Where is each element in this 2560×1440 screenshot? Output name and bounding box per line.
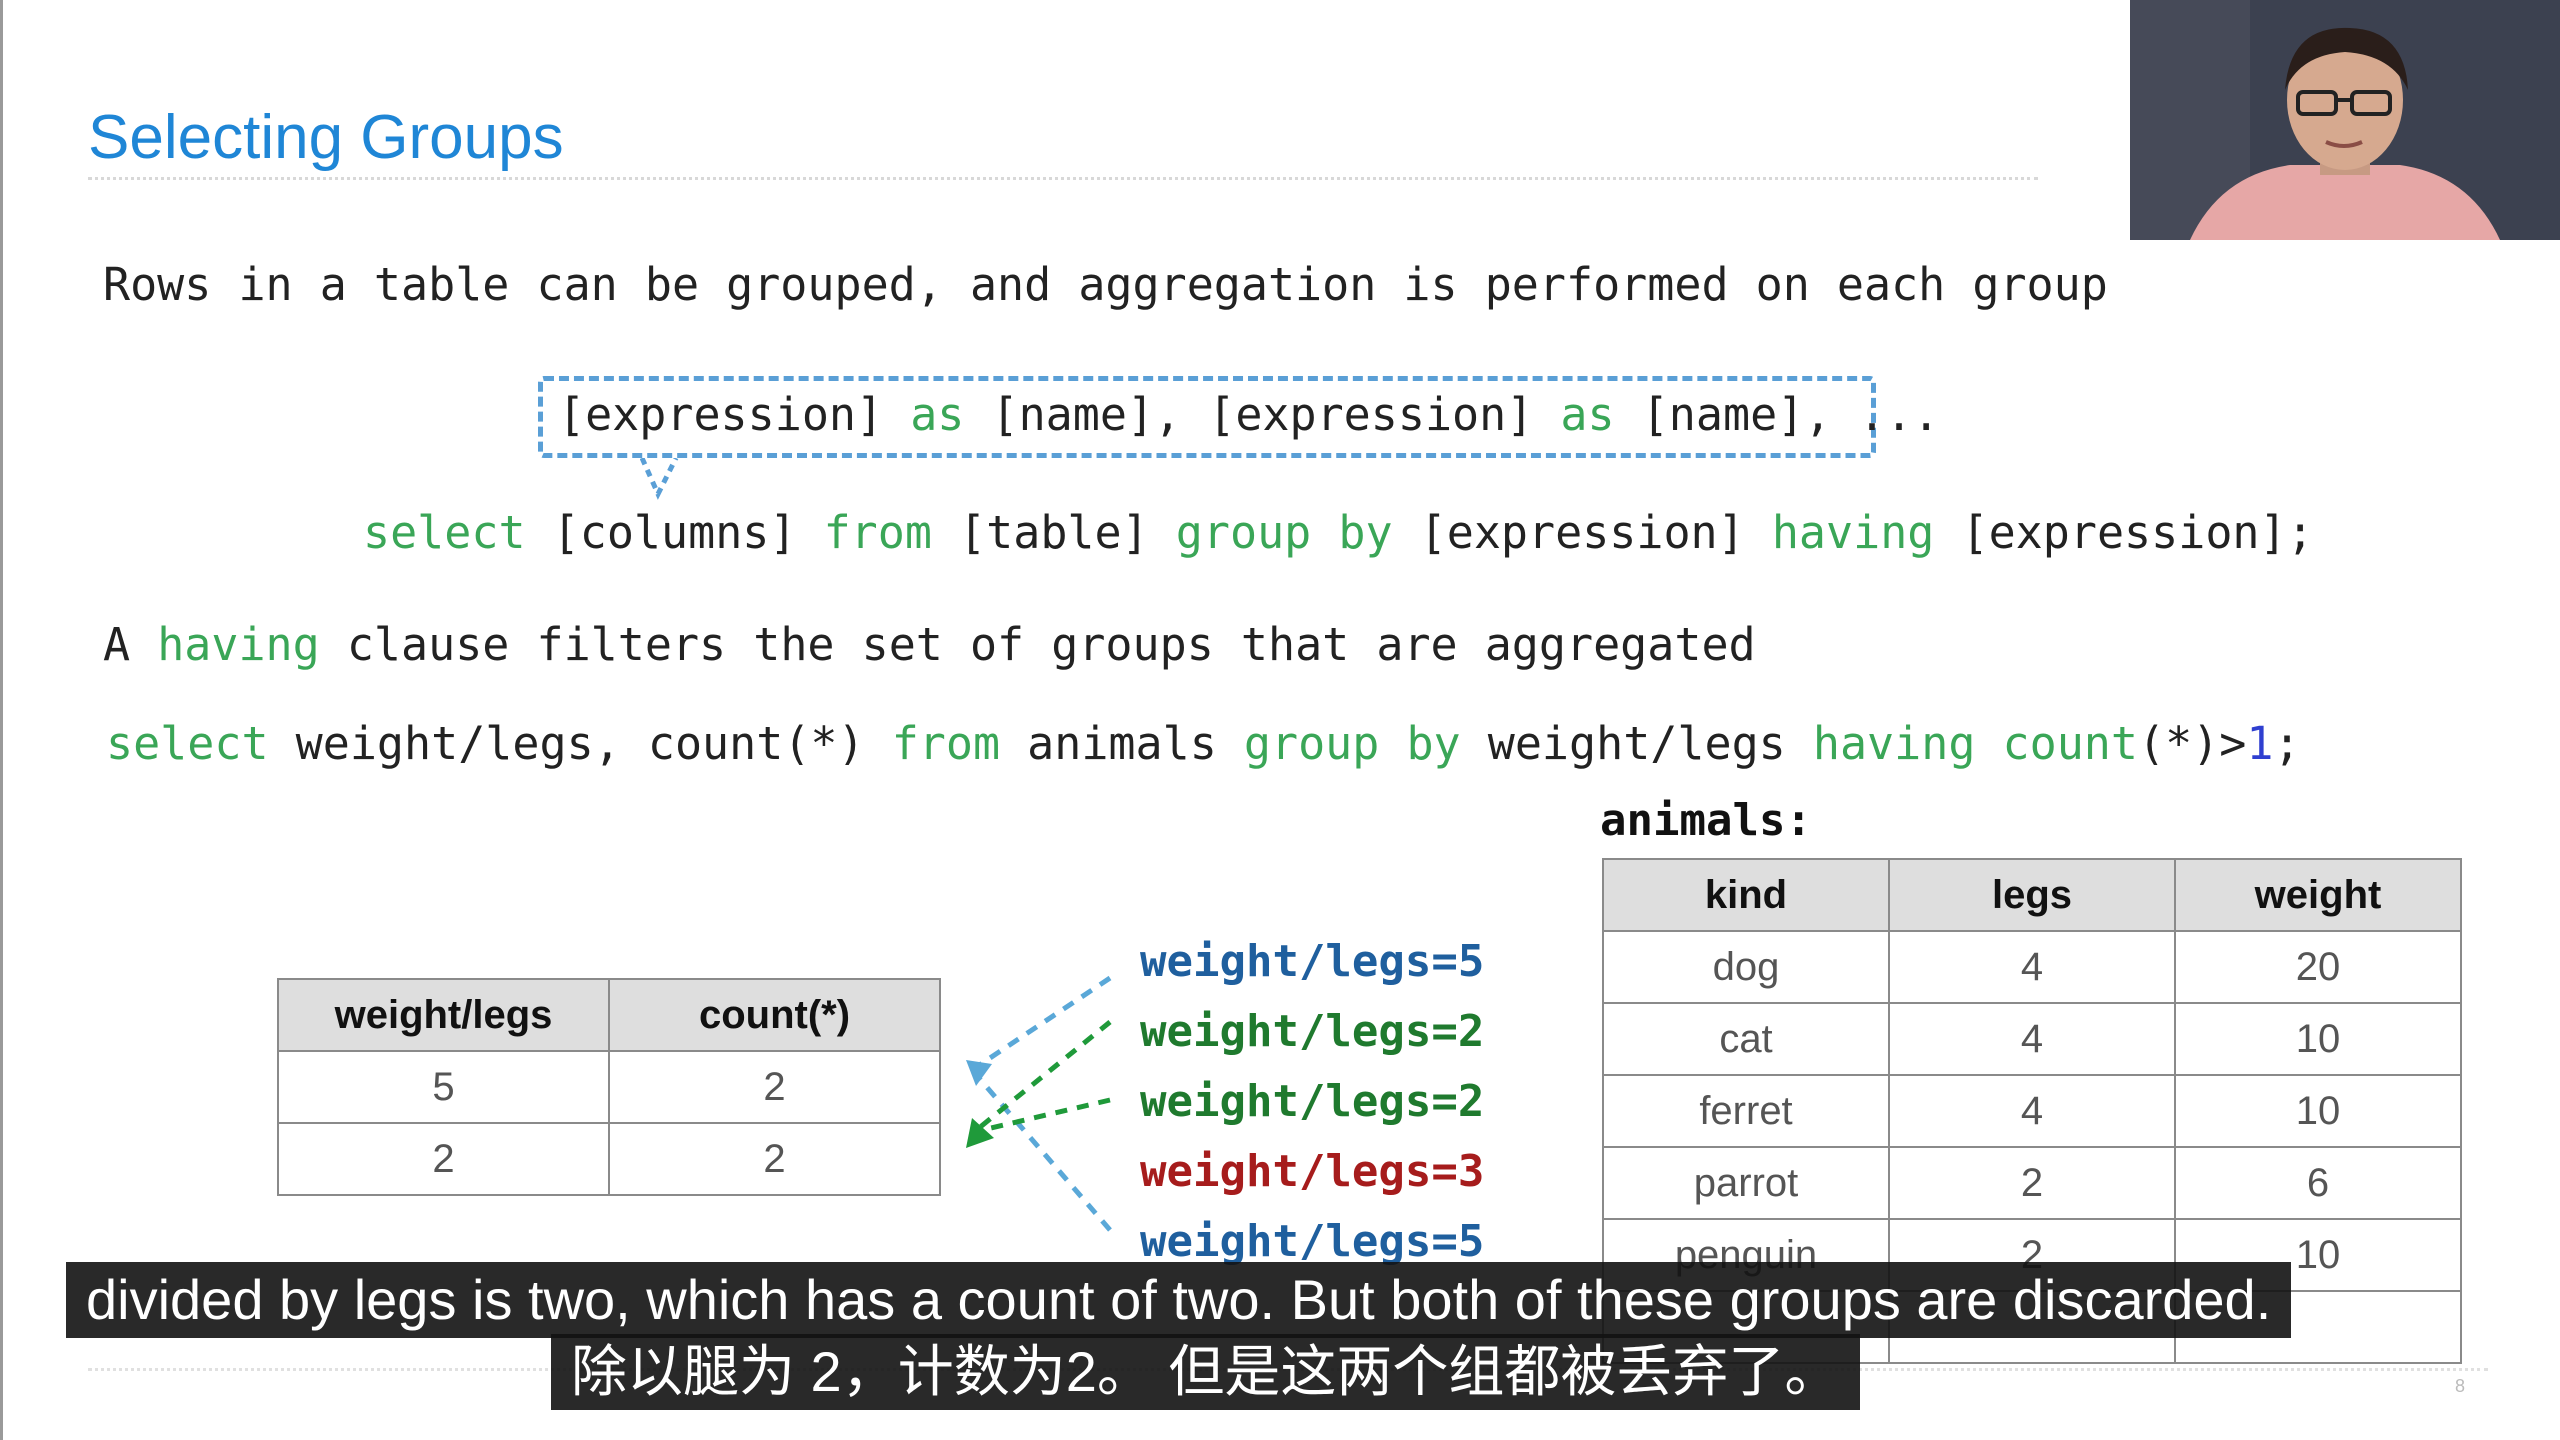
animals-header-row: kind legs weight: [1602, 858, 2462, 932]
group-label: weight/legs=3: [1140, 1146, 1485, 1197]
table-row: cat 4 10: [1602, 1002, 2462, 1076]
example-query: select weight/legs, count(*) from animal…: [106, 717, 2301, 770]
table-cell: 20: [2174, 930, 2462, 1004]
group-label: weight/legs=2: [1140, 1076, 1485, 1127]
having-description: A having clause filters the set of group…: [103, 618, 1756, 671]
table-row: 5 2: [277, 1050, 941, 1124]
table-cell: 10: [2174, 1002, 2462, 1076]
presenter-webcam: [2130, 0, 2560, 240]
table-cell: parrot: [1602, 1146, 1890, 1220]
table-cell: 2: [1888, 1146, 2176, 1220]
presenter-figure-icon: [2130, 0, 2560, 240]
intro-text: Rows in a table can be grouped, and aggr…: [103, 258, 2108, 311]
slide-title: Selecting Groups: [88, 103, 564, 172]
select-syntax: select [columns] from [table] group by […: [363, 506, 2314, 559]
animals-header-cell: kind: [1602, 858, 1890, 932]
table-cell: 10: [2174, 1074, 2462, 1148]
group-label: weight/legs=2: [1140, 1006, 1485, 1057]
arrowhead-blue-icon: [966, 1060, 992, 1086]
table-row: dog 4 20: [1602, 930, 2462, 1004]
table-cell: 5: [277, 1050, 610, 1124]
result-header-cell: count(*): [608, 978, 941, 1052]
arrow-line-blue: [970, 1068, 1112, 1232]
subtitle-chinese: 除以腿为 2，计数为2。 但是这两个组都被丢弃了。: [551, 1334, 1861, 1410]
group-label: weight/legs=5: [1140, 1216, 1485, 1267]
table-cell: dog: [1602, 930, 1890, 1004]
slide-left-border: [0, 0, 3, 1440]
table-cell: 4: [1888, 1002, 2176, 1076]
arrow-line-green: [973, 1097, 1111, 1135]
animals-table-label: animals:: [1600, 795, 1812, 846]
result-table: weight/legs count(*) 5 2 2 2: [277, 978, 941, 1196]
group-label: weight/legs=5: [1140, 936, 1485, 987]
slide-number: 8: [2455, 1376, 2466, 1396]
table-cell: cat: [1602, 1002, 1890, 1076]
result-header-row: weight/legs count(*): [277, 978, 941, 1052]
arrowhead-green-icon: [966, 1118, 994, 1148]
table-cell: 4: [1888, 1074, 2176, 1148]
table-cell: 2: [608, 1122, 941, 1196]
table-row: ferret 4 10: [1602, 1074, 2462, 1148]
animals-header-cell: weight: [2174, 858, 2462, 932]
table-row: parrot 2 6: [1602, 1146, 2462, 1220]
table-cell: 6: [2174, 1146, 2462, 1220]
arrow-line-blue: [970, 975, 1112, 1073]
subtitle-english: divided by legs is two, which has a coun…: [66, 1262, 2292, 1338]
group-arrows-diagram: [966, 975, 1112, 1232]
title-divider: [88, 177, 2038, 180]
table-row: 2 2: [277, 1122, 941, 1196]
columns-syntax: [expression] as [name], [expression] as …: [558, 388, 1940, 441]
animals-header-cell: legs: [1888, 858, 2176, 932]
table-cell: 2: [277, 1122, 610, 1196]
result-header-cell: weight/legs: [277, 978, 610, 1052]
syntax-pointer-icon: [640, 458, 679, 500]
table-cell: 4: [1888, 930, 2176, 1004]
table-cell: 2: [608, 1050, 941, 1124]
table-cell: ferret: [1602, 1074, 1890, 1148]
